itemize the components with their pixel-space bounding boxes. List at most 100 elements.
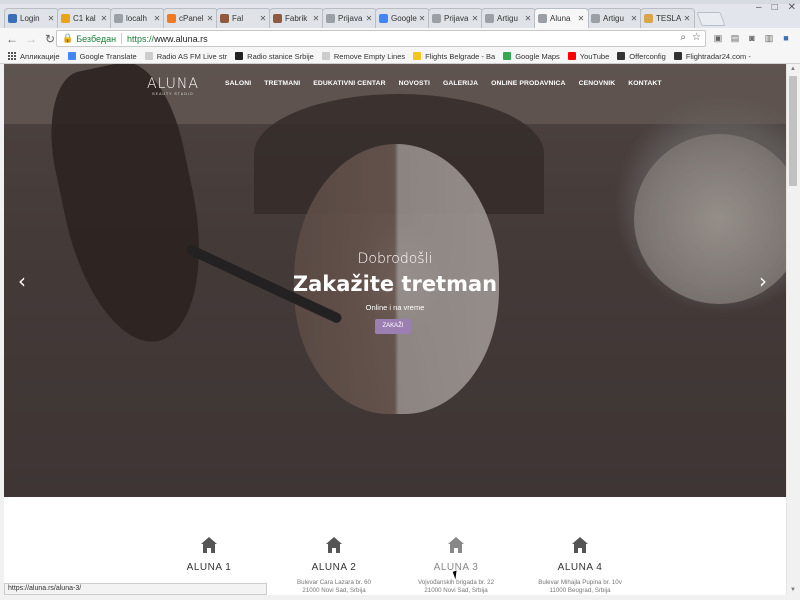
vpn-extension-icon[interactable]: ■ <box>780 32 792 44</box>
home-icon <box>201 537 217 553</box>
nav-link[interactable]: ONLINE PRODAVNICA <box>491 80 565 87</box>
salon-address-line1: Vojvođanskih brigada br. 22 <box>417 579 495 586</box>
bookmark-item[interactable]: Radio AS FM Live str <box>144 52 227 61</box>
bookmark-favicon-icon <box>567 52 576 60</box>
home-icon <box>326 537 342 553</box>
scroll-down-icon[interactable]: ▼ <box>789 587 797 593</box>
maximize-icon[interactable]: □ <box>772 2 778 13</box>
nav-link[interactable]: NOVOSTI <box>399 80 430 87</box>
bookmark-label: Google Translate <box>79 51 137 61</box>
bookmark-item[interactable]: Google Translate <box>67 51 137 61</box>
tab-favicon-icon <box>379 14 388 23</box>
scrollbar-thumb[interactable] <box>789 76 797 186</box>
logo-tagline: BEAUTY STUDIO <box>152 92 194 96</box>
url-scheme: https:// <box>127 33 155 44</box>
back-icon[interactable]: ← <box>5 32 19 46</box>
browser-tab[interactable]: Prijava ✕ <box>428 8 483 28</box>
bookmarks-bar: Апликације Google Translate Radio AS FM Li… <box>0 49 800 64</box>
scroll-up-icon[interactable]: ▲ <box>789 66 797 72</box>
nav-link[interactable]: EDUKATIVNI CENTAR <box>313 80 385 87</box>
browser-tab[interactable]: localh ✕ <box>110 8 165 28</box>
bookmark-item[interactable]: Апликације <box>8 52 60 61</box>
browser-tab[interactable]: Fabrik ✕ <box>269 8 324 28</box>
tab-close-icon[interactable]: ✕ <box>206 14 214 23</box>
browser-tab[interactable]: Login ✕ <box>4 8 59 28</box>
nav-link[interactable]: KONTAKT <box>628 80 661 87</box>
salon-card[interactable]: ALUNA 3 Vojvođanskih brigada br. 22 21000 … <box>396 537 516 595</box>
bookmark-item[interactable]: YouTube <box>567 52 609 61</box>
browser-tab[interactable]: Google ✕ <box>375 8 430 28</box>
tab-title: Fabrik <box>285 14 308 23</box>
browser-tab[interactable]: Artigu ✕ <box>481 8 536 28</box>
bookmark-item[interactable]: Flights Belgrade - Ba <box>413 52 495 61</box>
camera-extension-icon[interactable]: ◙ <box>746 32 758 44</box>
logo-word: ALUNA <box>147 76 199 92</box>
bookmark-item[interactable]: Flightradar24.com - <box>673 52 751 61</box>
tab-favicon-icon <box>538 14 547 23</box>
browser-tab[interactable]: Fal ✕ <box>216 8 271 28</box>
tab-close-icon[interactable]: ✕ <box>471 14 479 23</box>
site-logo[interactable]: ALUNA BEAUTY STUDIO <box>147 76 199 96</box>
new-tab-button[interactable] <box>696 12 726 26</box>
lock-icon[interactable]: 🔒 <box>62 33 73 44</box>
lock-extension-icon[interactable]: ▤ <box>729 32 741 44</box>
nav-link[interactable]: TRETMANI <box>264 80 300 87</box>
browser-tab[interactable]: Prijava ✕ <box>322 8 377 28</box>
salon-card[interactable]: ALUNA 1 <box>149 537 269 579</box>
tab-close-icon[interactable]: ✕ <box>100 14 108 23</box>
tab-title: localh <box>126 14 147 23</box>
bookmark-item[interactable]: Radio stanice Srbije <box>235 52 314 61</box>
tab-close-icon[interactable]: ✕ <box>524 14 532 23</box>
tab-close-icon[interactable]: ✕ <box>683 14 691 23</box>
tab-close-icon[interactable]: ✕ <box>47 14 55 23</box>
home-icon <box>448 537 464 553</box>
tab-close-icon[interactable]: ✕ <box>153 14 161 23</box>
url-text[interactable]: https://www.aluna.rs <box>127 34 208 44</box>
tab-title: Login <box>20 14 40 23</box>
bookmark-label: Offerconfig <box>629 51 666 61</box>
browser-tab[interactable]: Artigu ✕ <box>587 8 642 28</box>
apps-grid-icon <box>8 52 16 60</box>
close-window-icon[interactable]: ✕ <box>788 2 796 13</box>
bookmark-star-icon[interactable]: ☆ <box>692 32 701 43</box>
reload-icon[interactable]: ↻ <box>43 32 57 46</box>
hero-caption: Dobrodošli Zakažite tretman Online i na … <box>4 251 786 312</box>
page-scrollbar[interactable]: ▲ ▼ <box>786 64 798 595</box>
nav-link[interactable]: SALONI <box>225 80 251 87</box>
browser-tab[interactable]: C1 kal ✕ <box>57 8 112 28</box>
bookmark-item[interactable]: Remove Empty Lines <box>321 52 405 61</box>
salon-card[interactable]: ALUNA 4 Bulevar Mihajla Pupina br. 10v 110… <box>520 537 640 595</box>
tab-close-icon[interactable]: ✕ <box>312 14 320 23</box>
nav-link[interactable]: CENOVNIK <box>579 80 616 87</box>
url-host: www.aluna.rs <box>154 33 208 44</box>
book-now-button[interactable]: ZAKAŽI <box>375 319 411 334</box>
tab-close-icon[interactable]: ✕ <box>577 14 585 23</box>
browser-tab[interactable]: Aluna ✕ <box>534 8 589 28</box>
tab-close-icon[interactable]: ✕ <box>259 14 267 23</box>
minimize-icon[interactable]: – <box>756 2 762 13</box>
bookmark-favicon-icon <box>503 52 512 60</box>
salon-address-line2: 21000 Novi Sad, Srbija <box>424 587 488 594</box>
browser-tab[interactable]: cPanel ✕ <box>163 8 218 28</box>
screenshot-extension-icon[interactable]: ▥ <box>763 32 775 44</box>
nav-link[interactable]: GALERIJA <box>443 80 478 87</box>
bookmark-item[interactable]: Offerconfig <box>617 52 666 61</box>
tab-title: Artigu <box>497 14 518 23</box>
bookmark-favicon-icon <box>67 52 76 60</box>
address-bar[interactable]: 🔒 Безбедан https://www.aluna.rs ⌕ ☆ <box>56 30 706 47</box>
bookmark-item[interactable]: Google Maps <box>503 52 560 61</box>
bookmark-favicon-icon <box>673 52 682 60</box>
window-edge <box>0 0 800 4</box>
zoom-search-icon[interactable]: ⌕ <box>680 32 686 43</box>
tab-close-icon[interactable]: ✕ <box>365 14 373 23</box>
tab-title: Aluna <box>550 14 571 23</box>
tab-close-icon[interactable]: ✕ <box>630 14 638 23</box>
salon-card[interactable]: ALUNA 2 Bulevar Cara Lazara br. 60 21000 N… <box>274 537 394 595</box>
tab-close-icon[interactable]: ✕ <box>418 14 426 23</box>
salon-address-line2: 21000 Novi Sad, Srbija <box>302 587 366 594</box>
translate-extension-icon[interactable]: ▣ <box>712 32 724 44</box>
security-label[interactable]: Безбедан <box>76 34 116 44</box>
tab-title: Artigu <box>603 14 624 23</box>
browser-tab[interactable]: TESLA ✕ <box>640 8 695 28</box>
forward-icon[interactable]: → <box>24 32 38 46</box>
